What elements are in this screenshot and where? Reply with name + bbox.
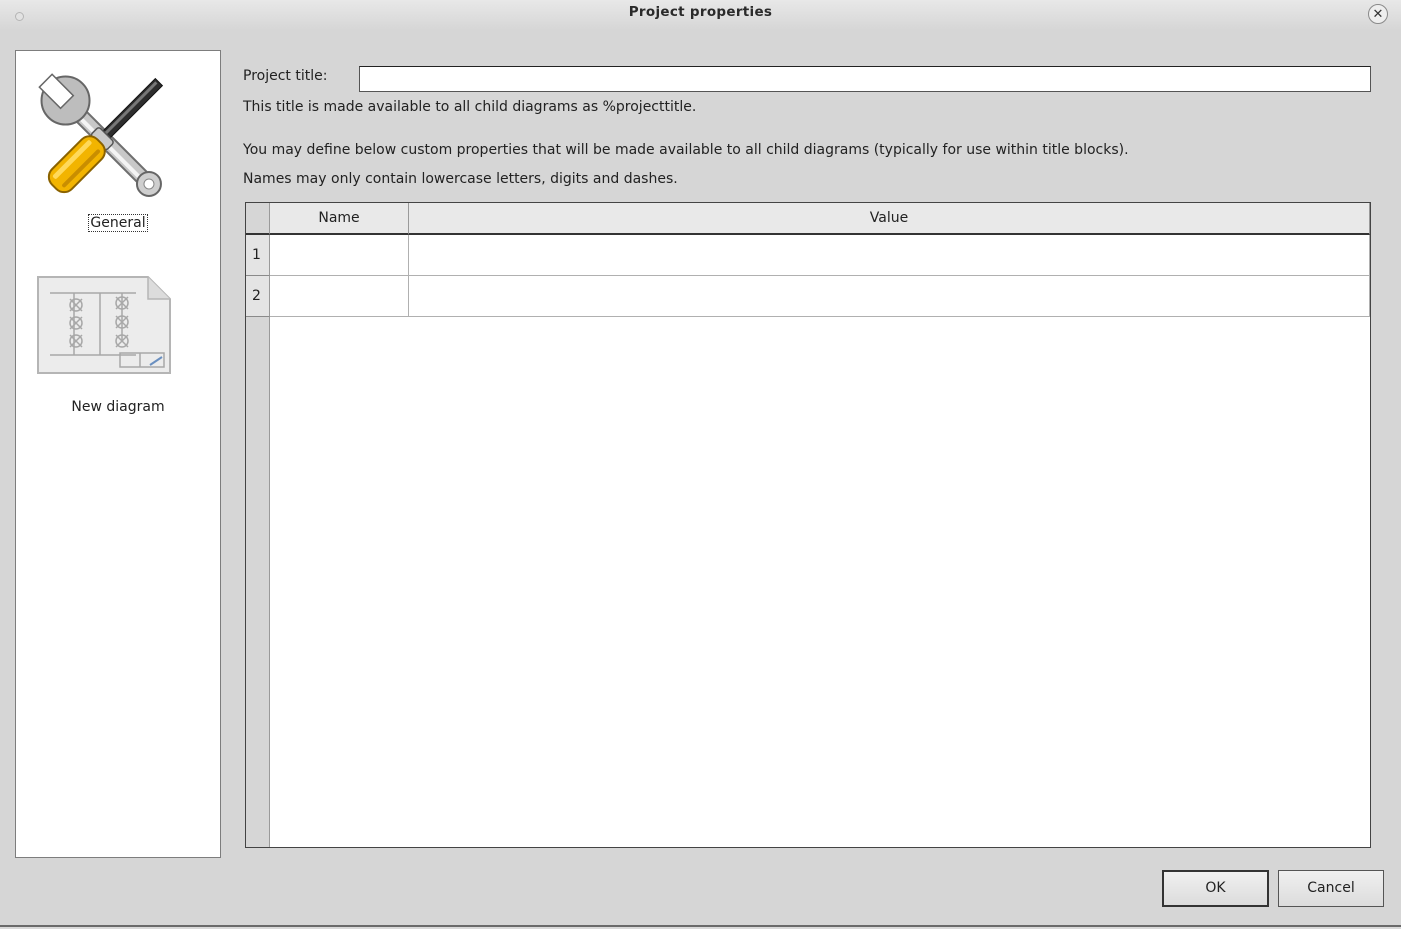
sidebar-item-new-diagram-label: New diagram [71, 399, 165, 415]
table-cell-name[interactable] [270, 276, 409, 317]
cancel-button[interactable]: Cancel [1278, 870, 1384, 907]
row-header-gutter [246, 235, 270, 847]
custom-properties-info-text: You may define below custom properties t… [243, 142, 1129, 158]
row-header-1[interactable]: 1 [246, 235, 270, 276]
table-corner-button[interactable] [246, 203, 270, 235]
table-cell-value[interactable] [409, 235, 1370, 276]
project-title-row: Project title: [243, 64, 1373, 92]
column-header-value[interactable]: Value [409, 203, 1370, 235]
title-bar: Project properties ✕ [0, 0, 1401, 30]
row-header-2[interactable]: 2 [246, 276, 270, 317]
names-rule-text: Names may only contain lowercase letters… [243, 171, 678, 187]
category-list: General New diagram [15, 50, 221, 858]
ok-button[interactable]: OK [1162, 870, 1269, 907]
project-title-input[interactable] [359, 66, 1371, 92]
diagram-icon [36, 275, 172, 379]
sidebar-item-general-label: General [88, 214, 148, 232]
column-header-name[interactable]: Name [270, 203, 409, 235]
table-cell-name[interactable] [270, 235, 409, 276]
dialog-title: Project properties [628, 4, 773, 20]
sidebar-item-new-diagram[interactable]: New diagram [16, 273, 220, 423]
tools-icon [28, 63, 178, 217]
project-title-label: Project title: [243, 68, 328, 84]
title-info-text: This title is made available to all chil… [243, 99, 697, 115]
table-cell-value[interactable] [409, 276, 1370, 317]
sidebar-item-general[interactable]: General [16, 59, 220, 239]
close-button[interactable]: ✕ [1368, 4, 1388, 24]
custom-properties-table: Name Value 1 2 [245, 202, 1371, 848]
project-properties-dialog: Project properties ✕ General New diagram… [0, 0, 1401, 927]
